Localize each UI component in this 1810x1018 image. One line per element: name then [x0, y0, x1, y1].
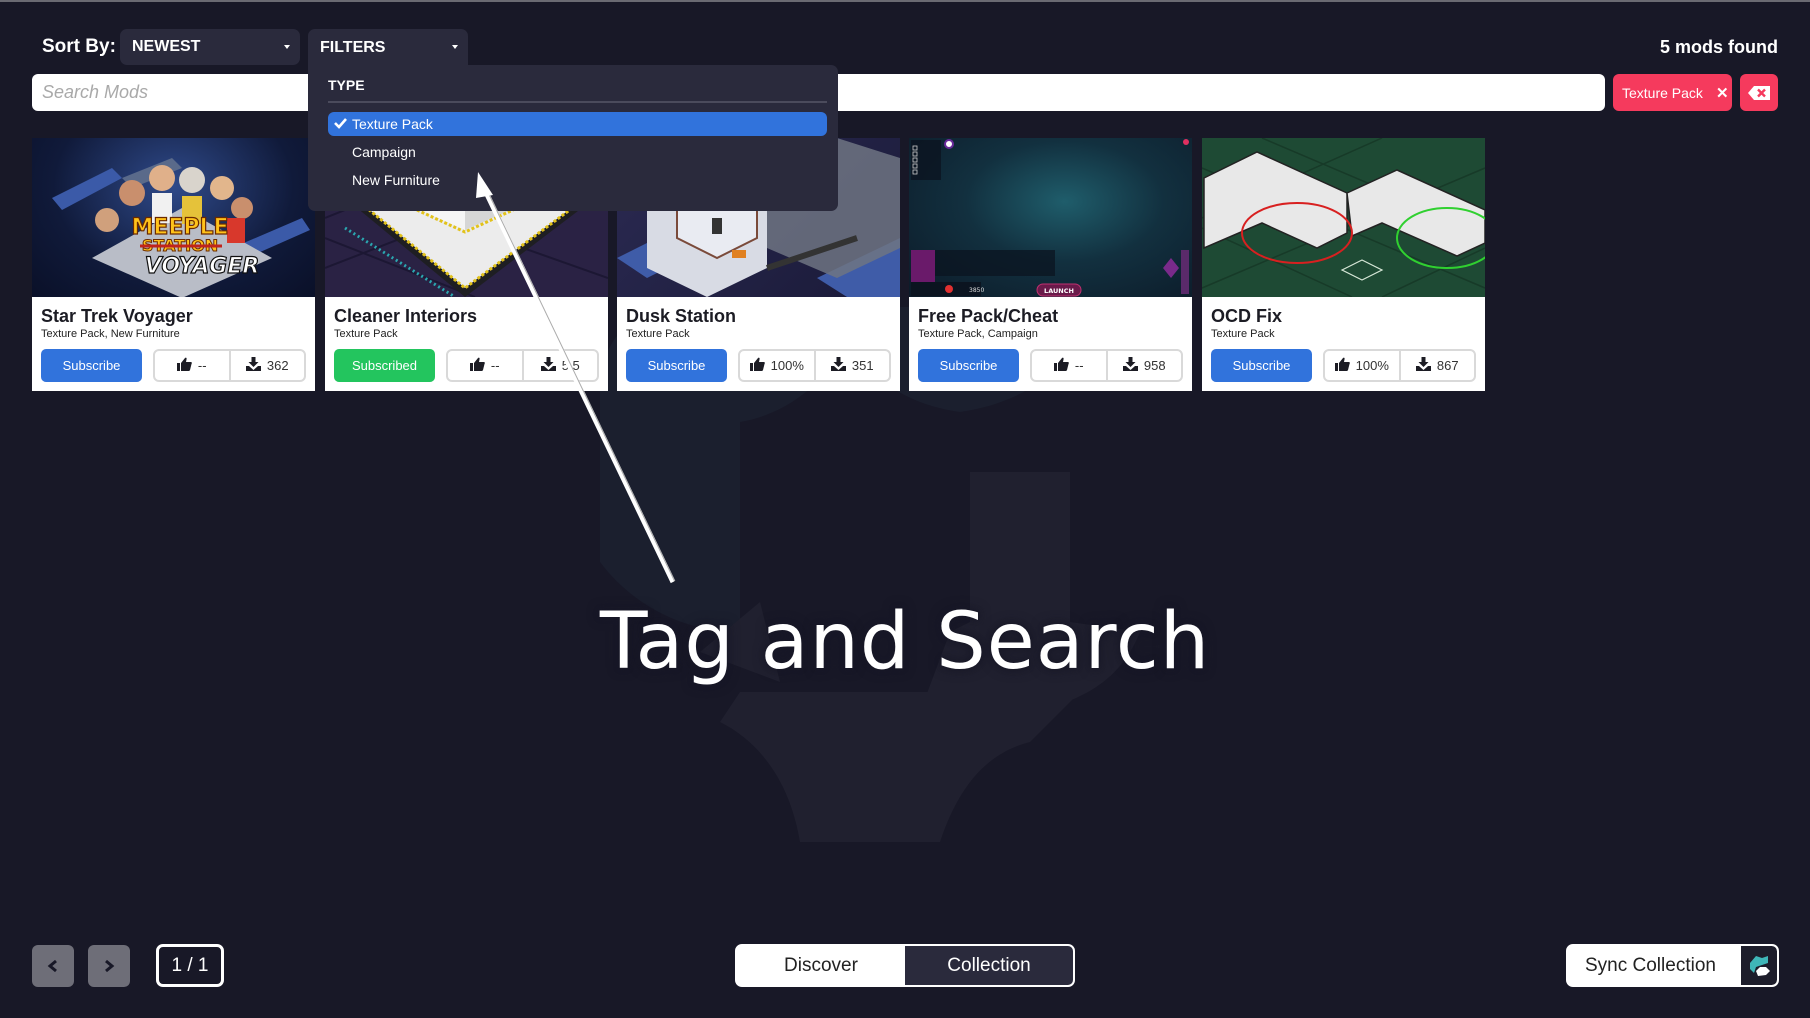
rating-value: -- [490, 358, 500, 373]
caret-down-icon [284, 45, 290, 49]
rating-value: 100% [1355, 358, 1389, 373]
view-toggle: Discover Collection [735, 944, 1075, 987]
close-icon[interactable]: ✕ [1716, 84, 1729, 102]
downloads-value: 867 [1436, 358, 1459, 373]
voyager-artwork: MEEPLE STATION VOYAGER [52, 158, 310, 297]
backspace-icon [1748, 85, 1770, 100]
sync-label: Sync Collection [1585, 954, 1716, 976]
downloads-stat: 351 [813, 351, 890, 380]
credits-text: 3850 [969, 287, 984, 294]
subscribe-button[interactable]: Subscribe [626, 349, 727, 382]
option-label: Campaign [352, 144, 416, 160]
downloads-stat: 5 5 [521, 351, 598, 380]
download-icon [245, 357, 261, 374]
overlay-caption: Tag and Search [599, 597, 1211, 687]
thumbs-up-icon [176, 357, 192, 374]
thumbs-up-icon [1053, 357, 1069, 374]
mod-title[interactable]: Cleaner Interiors [334, 306, 477, 327]
download-icon [540, 357, 556, 374]
downloads-value: 5 5 [561, 358, 580, 373]
subscribe-button[interactable]: Subscribe [1211, 349, 1312, 382]
filter-option-new-furniture[interactable]: New Furniture [328, 168, 827, 192]
mod-thumbnail[interactable]: MEEPLE STATION VOYAGER [32, 138, 315, 297]
filters-dropdown: TYPE Texture Pack Campaign New Furniture [308, 65, 838, 211]
mod-stats: -- 5 5 [446, 349, 599, 382]
mod-thumbnail[interactable] [1202, 138, 1485, 297]
mod-tags: Texture Pack, Campaign [918, 328, 1038, 340]
mod-tags: Texture Pack [334, 328, 398, 340]
rating-value: -- [197, 358, 207, 373]
mods-found-count: 5 mods found [1660, 37, 1778, 57]
mod-card[interactable]: 3850 LAUNCH Free Pack/Cheat Texture Pack… [909, 138, 1192, 391]
mod-stats: -- 958 [1030, 349, 1183, 382]
option-label: New Furniture [352, 172, 440, 188]
mod-card[interactable]: OCD Fix Texture Pack Subscribe 100% 867 [1202, 138, 1485, 391]
rating-stat[interactable]: -- [448, 351, 522, 380]
sort-select[interactable]: NEWEST [120, 29, 300, 65]
tab-discover[interactable]: Discover [737, 946, 905, 985]
filter-option-texture-pack[interactable]: Texture Pack [328, 112, 827, 136]
downloads-value: 958 [1143, 358, 1166, 373]
chevron-right-icon [105, 959, 115, 973]
rating-stat[interactable]: -- [1032, 351, 1106, 380]
active-tag-chip[interactable]: Texture Pack ✕ [1613, 74, 1732, 111]
next-page-button[interactable] [88, 945, 130, 987]
downloads-value: 362 [266, 358, 289, 373]
chevron-left-icon [47, 959, 57, 973]
downloads-stat: 958 [1105, 351, 1182, 380]
mod-thumbnail[interactable]: 3850 LAUNCH [909, 138, 1192, 297]
tab-collection[interactable]: Collection [905, 946, 1073, 985]
launch-text: LAUNCH [1044, 287, 1074, 295]
mod-stats: 100% 351 [738, 349, 891, 382]
rating-value: 100% [770, 358, 804, 373]
free-pack-artwork: 3850 LAUNCH [911, 139, 1189, 297]
rating-value: -- [1074, 358, 1084, 373]
mod-tags: Texture Pack, New Furniture [41, 328, 180, 340]
rating-stat[interactable]: 100% [740, 351, 814, 380]
dropdown-section-title: TYPE [328, 77, 365, 93]
thumbs-up-icon [469, 357, 485, 374]
download-icon [1122, 357, 1138, 374]
mod-stats: -- 362 [153, 349, 306, 382]
mod-title[interactable]: Free Pack/Cheat [918, 306, 1058, 327]
downloads-value: 351 [851, 358, 874, 373]
subscribed-button[interactable]: Subscribed [334, 349, 435, 382]
prev-page-button[interactable] [32, 945, 74, 987]
mod-title[interactable]: OCD Fix [1211, 306, 1282, 327]
page-indicator: 1 / 1 [156, 944, 224, 987]
mod-title[interactable]: Star Trek Voyager [41, 306, 193, 327]
sort-by-label: Sort By: [42, 36, 116, 57]
filter-option-campaign[interactable]: Campaign [328, 140, 827, 164]
voyager-art-text-3: VOYAGER [145, 254, 260, 279]
ocd-fix-artwork [1202, 138, 1485, 297]
thumbs-up-icon [749, 357, 765, 374]
rating-stat[interactable]: 100% [1325, 351, 1399, 380]
sync-collection-button[interactable]: Sync Collection [1566, 944, 1779, 987]
tag-label: Texture Pack [1622, 84, 1703, 101]
checkmark-icon [334, 118, 347, 129]
sync-logo-icon [1741, 946, 1777, 985]
mod-tags: Texture Pack [626, 328, 690, 340]
download-icon [1415, 357, 1431, 374]
caret-down-icon [452, 45, 458, 49]
downloads-stat: 867 [1398, 351, 1475, 380]
mod-stats: 100% 867 [1323, 349, 1476, 382]
sort-value: NEWEST [132, 38, 201, 55]
download-icon [830, 357, 846, 374]
downloads-stat: 362 [228, 351, 305, 380]
mod-title[interactable]: Dusk Station [626, 306, 736, 327]
mod-card[interactable]: MEEPLE STATION VOYAGER Star Trek Voyager… [32, 138, 315, 391]
clear-tags-button[interactable] [1740, 74, 1778, 111]
dropdown-divider [328, 101, 827, 103]
filters-select[interactable]: FILTERS [308, 29, 468, 66]
mod-tags: Texture Pack [1211, 328, 1275, 340]
option-label: Texture Pack [352, 116, 433, 132]
rating-stat[interactable]: -- [155, 351, 229, 380]
filters-label: FILTERS [320, 38, 386, 56]
subscribe-button[interactable]: Subscribe [918, 349, 1019, 382]
subscribe-button[interactable]: Subscribe [41, 349, 142, 382]
thumbs-up-icon [1334, 357, 1350, 374]
